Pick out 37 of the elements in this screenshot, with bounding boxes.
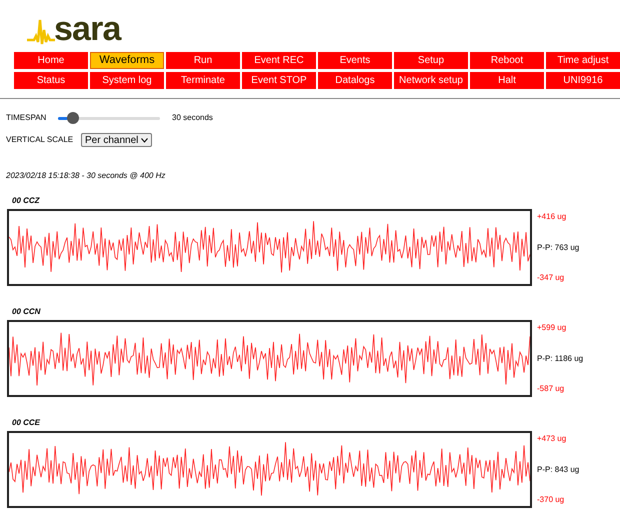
nav-button[interactable]: Event REC (242, 52, 316, 69)
nav-button[interactable]: Run (166, 52, 240, 69)
channel-name: 00 CCN (11, 306, 42, 318)
channel-name: 00 CCE (11, 417, 42, 429)
timespan-label: TIMESPAN (6, 112, 48, 124)
timespan-slider[interactable] (58, 112, 160, 124)
timespan-value: 30 seconds (172, 112, 213, 124)
nav-button[interactable]: Event STOP (242, 72, 316, 89)
peak-to-peak-value: P-P: 1186 ug (537, 352, 584, 364)
nav-button[interactable]: System log (90, 72, 164, 89)
vertical-scale-select[interactable]: Per channel (81, 133, 152, 147)
nav-button[interactable]: Halt (470, 72, 544, 89)
min-value: -370 ug (537, 494, 566, 506)
logo-text: sara (54, 12, 121, 46)
nav-button[interactable]: Datalogs (318, 72, 392, 89)
max-value: +416 ug (537, 211, 568, 223)
slider-thumb[interactable] (67, 112, 79, 124)
recording-info: 2023/02/18 15:18:38 - 30 seconds @ 400 Hz (5, 170, 166, 182)
min-value: -587 ug (537, 383, 566, 395)
min-value: -347 ug (537, 272, 566, 284)
nav-button[interactable]: Time adjust (546, 52, 620, 69)
max-value: +473 ug (537, 433, 568, 445)
channel-name: 00 CCZ (11, 195, 41, 207)
nav-button[interactable]: Status (14, 72, 88, 89)
nav-button[interactable]: Setup (394, 52, 468, 69)
nav-button[interactable]: UNI9916 (546, 72, 620, 89)
vertical-scale-label: VERTICAL SCALE (6, 134, 74, 146)
nav-button[interactable]: Events (318, 52, 392, 69)
nav-button[interactable]: Home (14, 52, 88, 69)
nav-button[interactable]: Network setup (394, 72, 468, 89)
nav-button[interactable]: Waveforms (90, 52, 164, 69)
peak-to-peak-value: P-P: 843 ug (537, 464, 580, 476)
chevron-down-icon (141, 138, 148, 142)
max-value: +599 ug (537, 322, 568, 334)
peak-to-peak-value: P-P: 763 ug (537, 242, 580, 254)
nav-button[interactable]: Reboot (470, 52, 544, 69)
nav-button[interactable]: Terminate (166, 72, 240, 89)
